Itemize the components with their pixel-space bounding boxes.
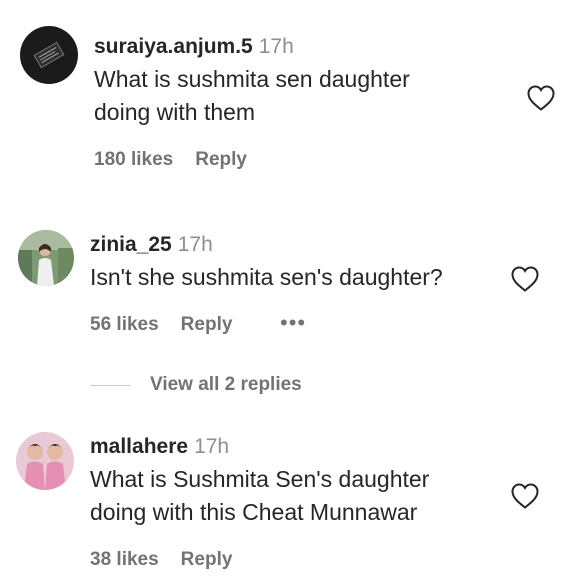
comment-header: zinia_25 17h	[90, 232, 213, 258]
comment-header: mallahere 17h	[90, 434, 229, 460]
username[interactable]: suraiya.anjum.5	[94, 35, 253, 58]
likes-count[interactable]: 38 likes	[90, 549, 159, 570]
like-heart-icon[interactable]	[526, 84, 556, 112]
reply-button[interactable]: Reply	[195, 149, 247, 170]
replies-divider	[90, 384, 130, 386]
view-replies-link[interactable]: View all 2 replies	[90, 374, 302, 400]
timestamp: 17h	[177, 233, 213, 256]
comment-text-line: What is sushmita sen daughter	[94, 66, 410, 92]
username[interactable]: zinia_25	[90, 233, 172, 256]
dark-tile-avatar-icon	[20, 26, 78, 84]
username[interactable]: mallahere	[90, 435, 188, 458]
comment-text-line: doing with them	[94, 99, 256, 125]
comment-header: suraiya.anjum.5 17h	[94, 34, 294, 60]
comment-meta: 56 likes Reply	[90, 313, 232, 337]
comment-text-line: doing with this Cheat Munnawar	[90, 499, 418, 525]
timestamp: 17h	[194, 435, 230, 458]
like-heart-icon[interactable]	[510, 265, 540, 293]
reply-button[interactable]: Reply	[181, 549, 233, 570]
timestamp: 17h	[258, 35, 294, 58]
comment-meta: 180 likes Reply	[94, 148, 247, 172]
comment-text-line: What is Sushmita Sen's daughter	[90, 466, 430, 492]
comment-meta: 38 likes Reply	[90, 548, 232, 572]
like-heart-icon[interactable]	[510, 482, 540, 510]
likes-count[interactable]: 180 likes	[94, 149, 173, 170]
avatar[interactable]	[16, 432, 74, 490]
more-options-icon[interactable]: •••	[280, 312, 306, 334]
view-replies-label: View all 2 replies	[150, 374, 302, 395]
avatar[interactable]	[18, 230, 74, 286]
likes-count[interactable]: 56 likes	[90, 314, 159, 335]
reply-button[interactable]: Reply	[181, 314, 233, 335]
person-photo-avatar-icon	[18, 230, 74, 286]
avatar[interactable]	[20, 26, 78, 84]
comment-text-line: Isn't she sushmita sen's daughter?	[90, 264, 443, 290]
two-girls-photo-avatar-icon	[16, 432, 74, 490]
